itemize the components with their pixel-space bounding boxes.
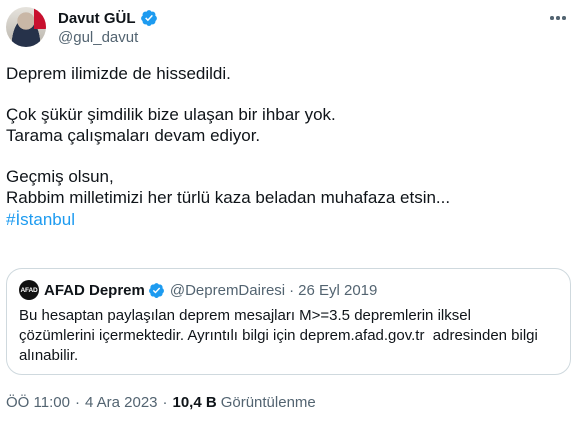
separator-dot: · [289, 281, 295, 299]
author-display-name[interactable]: Davut GÜL [58, 10, 136, 27]
quoted-tweet-date[interactable]: 26 Eyl 2019 [298, 282, 377, 299]
author-handle[interactable]: @gul_davut [58, 29, 138, 46]
quoted-tweet-text: Bu hesaptan paylaşılan deprem mesajları … [19, 306, 559, 366]
views-label: Görüntülenme [220, 394, 316, 411]
quoted-tweet[interactable]: AFAD AFAD Deprem @DepremDairesi · 26 Eyl… [6, 268, 571, 375]
flag-icon [34, 7, 46, 29]
tweet-meta: ÖÖ 11:00 · 4 Ara 2023 · 10,4 B Görüntüle… [6, 394, 316, 411]
more-dot-icon [562, 16, 566, 20]
tweet-time[interactable]: ÖÖ 11:00 [6, 394, 70, 411]
quoted-tweet-header: AFAD AFAD Deprem @DepremDairesi · 26 Eyl… [19, 280, 377, 300]
tweet-line: Rabbim milletimizi her türlü kaza belada… [6, 188, 451, 208]
quoted-tweet-line: alınabilir. [19, 347, 79, 364]
avatar[interactable] [6, 7, 46, 47]
tweet-text: Deprem ilimizde de hissedildi. Çok şükür… [6, 63, 566, 231]
separator-dot: · [74, 394, 80, 411]
verified-badge-icon[interactable] [140, 9, 158, 27]
tweet-date[interactable]: 4 Ara 2023 [85, 394, 158, 411]
more-dot-icon [550, 16, 554, 20]
verified-badge-icon [148, 282, 164, 298]
quoted-author-name[interactable]: AFAD Deprem [44, 282, 145, 299]
more-dot-icon [556, 16, 560, 20]
author-name-row: Davut GÜL [58, 8, 158, 28]
tweet-card: Davut GÜL @gul_davut Deprem ilimizde de … [0, 0, 581, 421]
quoted-tweet-line: Bu hesaptan paylaşılan deprem mesajları … [19, 307, 471, 324]
afad-logo-avatar[interactable]: AFAD [19, 280, 39, 300]
tweet-line: Tarama çalışmaları devam ediyor. [6, 126, 261, 146]
tweet-line: Geçmiş olsun, [6, 166, 114, 186]
views-count: 10,4 B [172, 394, 217, 411]
separator-dot: · [162, 394, 168, 411]
tweet-line: Çok şükür şimdilik bize ulaşan bir ihbar… [6, 104, 336, 124]
quoted-author-handle[interactable]: @DepremDairesi [170, 282, 285, 299]
tweet-line: Deprem ilimizde de hissedildi. [6, 64, 231, 83]
hashtag-link[interactable]: #İstanbul [6, 209, 566, 231]
quoted-tweet-line: çözümlerini içermektedir. Ayrıntılı bilg… [19, 327, 538, 344]
more-options-button[interactable] [546, 8, 570, 28]
